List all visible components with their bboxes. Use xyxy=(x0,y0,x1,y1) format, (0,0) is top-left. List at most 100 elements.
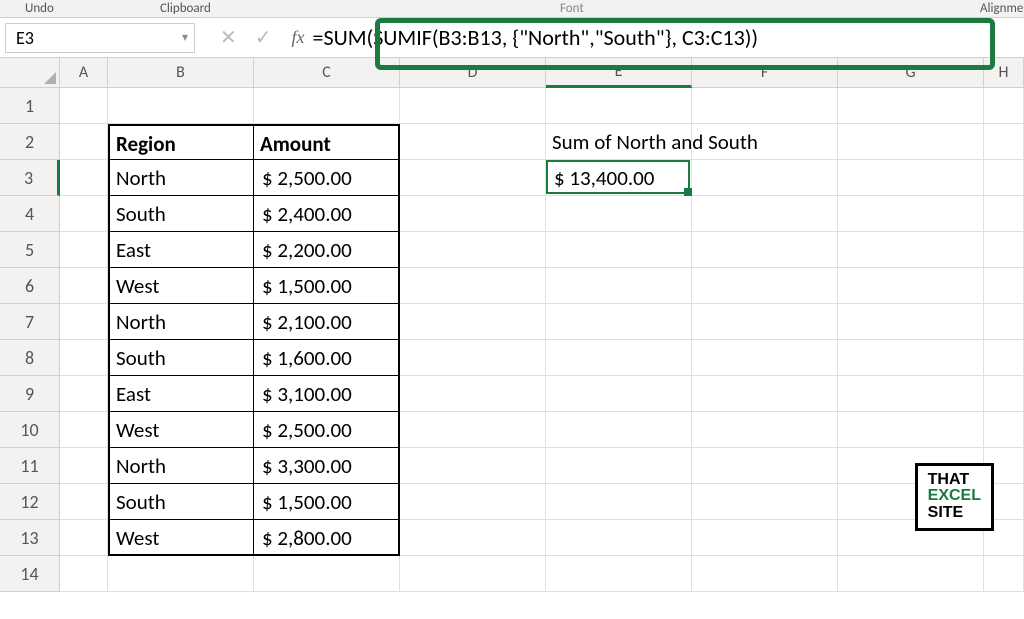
cell-B6[interactable]: West xyxy=(108,268,254,304)
row-header-7[interactable]: 7 xyxy=(0,304,60,340)
cell-E3[interactable]: $ 13,400.00 xyxy=(546,160,692,196)
cell-D9[interactable] xyxy=(400,376,546,412)
cell-D13[interactable] xyxy=(400,520,546,556)
cell-H10[interactable] xyxy=(984,412,1024,448)
cell-C2[interactable]: Amount xyxy=(254,124,400,160)
col-header-G[interactable]: G xyxy=(838,58,984,88)
cell-C13[interactable]: $ 2,800.00 xyxy=(254,520,400,556)
cell-B1[interactable] xyxy=(108,88,254,124)
cell-E4[interactable] xyxy=(546,196,692,232)
col-header-D[interactable]: D xyxy=(400,58,546,88)
row-header-9[interactable]: 9 xyxy=(0,376,60,412)
cell-F10[interactable] xyxy=(692,412,838,448)
cell-F13[interactable] xyxy=(692,520,838,556)
cell-E13[interactable] xyxy=(546,520,692,556)
col-header-E[interactable]: E xyxy=(546,58,692,88)
cell-D10[interactable] xyxy=(400,412,546,448)
cell-H9[interactable] xyxy=(984,376,1024,412)
enter-icon[interactable]: ✓ xyxy=(255,25,272,50)
cell-F11[interactable] xyxy=(692,448,838,484)
cell-G9[interactable] xyxy=(838,376,984,412)
spreadsheet-grid[interactable]: ABCDEFGH12RegionAmountSum of North and S… xyxy=(0,58,1024,592)
cancel-icon[interactable]: ✕ xyxy=(220,25,237,50)
row-header-3[interactable]: 3 xyxy=(0,160,60,196)
cell-H7[interactable] xyxy=(984,304,1024,340)
cell-E14[interactable] xyxy=(546,556,692,592)
fx-icon[interactable]: fx xyxy=(292,27,305,48)
row-header-8[interactable]: 8 xyxy=(0,340,60,376)
cell-A9[interactable] xyxy=(60,376,108,412)
cell-C10[interactable]: $ 2,500.00 xyxy=(254,412,400,448)
cell-G7[interactable] xyxy=(838,304,984,340)
cell-G4[interactable] xyxy=(838,196,984,232)
cell-C7[interactable]: $ 2,100.00 xyxy=(254,304,400,340)
cell-B5[interactable]: East xyxy=(108,232,254,268)
cell-B11[interactable]: North xyxy=(108,448,254,484)
cell-H2[interactable] xyxy=(984,124,1024,160)
cell-G8[interactable] xyxy=(838,340,984,376)
cell-B4[interactable]: South xyxy=(108,196,254,232)
cell-B10[interactable]: West xyxy=(108,412,254,448)
row-header-14[interactable]: 14 xyxy=(0,556,60,592)
cell-C9[interactable]: $ 3,100.00 xyxy=(254,376,400,412)
cell-F14[interactable] xyxy=(692,556,838,592)
cell-E7[interactable] xyxy=(546,304,692,340)
row-header-6[interactable]: 6 xyxy=(0,268,60,304)
cell-E6[interactable] xyxy=(546,268,692,304)
cell-B2[interactable]: Region xyxy=(108,124,254,160)
ribbon-tab-undo[interactable]: Undo xyxy=(25,1,54,16)
ribbon-tab-font[interactable]: Font xyxy=(560,1,584,16)
cell-B13[interactable]: West xyxy=(108,520,254,556)
cell-F3[interactable] xyxy=(692,160,838,196)
cell-A6[interactable] xyxy=(60,268,108,304)
cell-E5[interactable] xyxy=(546,232,692,268)
select-all-corner[interactable] xyxy=(0,58,60,88)
col-header-B[interactable]: B xyxy=(108,58,254,88)
cell-F7[interactable] xyxy=(692,304,838,340)
cell-C3[interactable]: $ 2,500.00 xyxy=(254,160,400,196)
cell-D14[interactable] xyxy=(400,556,546,592)
cell-G3[interactable] xyxy=(838,160,984,196)
cell-B7[interactable]: North xyxy=(108,304,254,340)
cell-A5[interactable] xyxy=(60,232,108,268)
cell-E8[interactable] xyxy=(546,340,692,376)
row-header-2[interactable]: 2 xyxy=(0,124,60,160)
cell-H4[interactable] xyxy=(984,196,1024,232)
ribbon-tab-clipboard[interactable]: Clipboard xyxy=(160,1,211,16)
cell-H8[interactable] xyxy=(984,340,1024,376)
cell-A2[interactable] xyxy=(60,124,108,160)
cell-F12[interactable] xyxy=(692,484,838,520)
cell-D7[interactable] xyxy=(400,304,546,340)
cell-A12[interactable] xyxy=(60,484,108,520)
ribbon-tab-alignment[interactable]: Alignme xyxy=(980,1,1023,16)
cell-C8[interactable]: $ 1,600.00 xyxy=(254,340,400,376)
cell-B3[interactable]: North xyxy=(108,160,254,196)
cell-G2[interactable] xyxy=(838,124,984,160)
cell-H5[interactable] xyxy=(984,232,1024,268)
cell-A8[interactable] xyxy=(60,340,108,376)
chevron-down-icon[interactable]: ▾ xyxy=(182,30,188,45)
cell-D3[interactable] xyxy=(400,160,546,196)
cell-F5[interactable] xyxy=(692,232,838,268)
cell-F1[interactable] xyxy=(692,88,838,124)
cell-H3[interactable] xyxy=(984,160,1024,196)
cell-B8[interactable]: South xyxy=(108,340,254,376)
cell-D4[interactable] xyxy=(400,196,546,232)
col-header-H[interactable]: H xyxy=(984,58,1024,88)
cell-F4[interactable] xyxy=(692,196,838,232)
cell-H6[interactable] xyxy=(984,268,1024,304)
name-box[interactable]: E3 ▾ xyxy=(5,23,195,53)
cell-D8[interactable] xyxy=(400,340,546,376)
cell-E11[interactable] xyxy=(546,448,692,484)
cell-G14[interactable] xyxy=(838,556,984,592)
cell-C14[interactable] xyxy=(254,556,400,592)
row-header-13[interactable]: 13 xyxy=(0,520,60,556)
cell-A14[interactable] xyxy=(60,556,108,592)
cell-B14[interactable] xyxy=(108,556,254,592)
cell-F9[interactable] xyxy=(692,376,838,412)
cell-A7[interactable] xyxy=(60,304,108,340)
cell-G6[interactable] xyxy=(838,268,984,304)
cell-F2[interactable] xyxy=(692,124,838,160)
cell-H14[interactable] xyxy=(984,556,1024,592)
cell-A3[interactable] xyxy=(60,160,108,196)
